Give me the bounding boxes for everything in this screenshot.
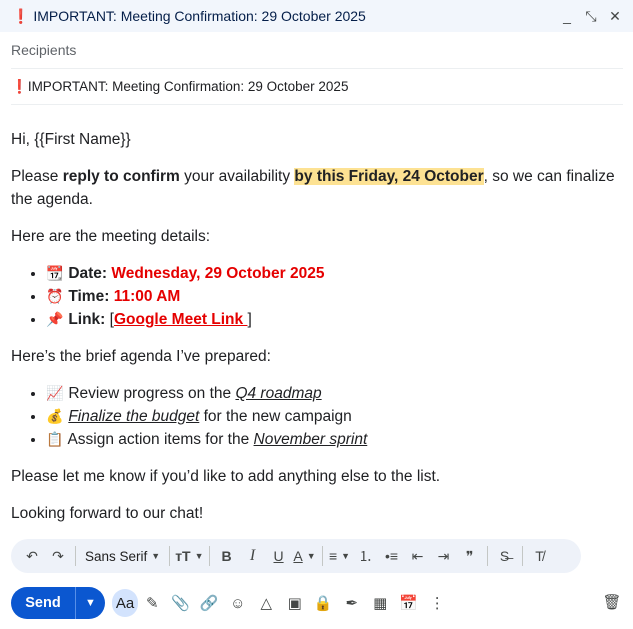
alarm-clock-icon: ⏰ [46, 288, 64, 304]
body-paragraph-confirm: Please reply to confirm your availabilit… [11, 165, 623, 211]
agenda-emphasis: Finalize the budget [68, 408, 200, 425]
text-size-glyph: тT [175, 548, 191, 564]
pen-icon[interactable]: ✒ [338, 589, 367, 617]
more-icon[interactable]: ⋮ [423, 589, 452, 617]
font-select[interactable]: Sans Serif ▼ [81, 543, 164, 569]
divider [521, 546, 523, 566]
exit-fullscreen-icon[interactable]: ⤡ [583, 8, 599, 24]
text-size-icon[interactable]: тT ▼ [175, 543, 203, 569]
send-button-group: Send ▼ [11, 587, 105, 619]
align-icon[interactable]: ≡ ▼ [328, 543, 352, 569]
undo-icon[interactable]: ↶ [20, 543, 44, 569]
time-label: Time: [68, 288, 110, 305]
bulleted-list-icon[interactable]: •≡ [380, 543, 404, 569]
closing-line: Please let me know if you’d like to add … [11, 468, 441, 485]
bracket: ] [247, 311, 252, 328]
indent-less-icon[interactable]: ⇤ [406, 543, 430, 569]
link-icon[interactable]: 🔗 [195, 589, 224, 617]
redo-icon[interactable]: ↷ [46, 543, 70, 569]
text: Please [11, 168, 63, 185]
layout-icon[interactable]: ▦ [366, 589, 395, 617]
greeting: Hi, {{First Name}} [11, 131, 131, 148]
send-button[interactable]: Send [11, 595, 75, 611]
closing-line: Looking forward to our chat! [11, 505, 204, 522]
remove-formatting-icon[interactable]: T̸ [528, 543, 552, 569]
strikethrough-icon[interactable]: S̶ [493, 543, 517, 569]
compose-bottom-toolbar: Aa ✎ 📎 🔗 ☺ △ ▣ 🔒 ✒ ▦ 📅 ⋮ [112, 588, 452, 618]
text: Review progress on the [68, 385, 236, 402]
text: for the new campaign [199, 408, 352, 425]
close-icon[interactable]: ✕ [607, 8, 623, 24]
numbered-list-icon[interactable]: ⒈ [354, 543, 378, 569]
text: your availability [179, 168, 295, 185]
agenda-list: 📈 Review progress on the Q4 roadmap 💰 Fi… [11, 382, 623, 451]
list-item-agenda: 📋 Assign action items for the November s… [46, 428, 623, 451]
pushpin-icon: 📌 [46, 311, 64, 327]
chevron-down-icon: ▼ [151, 551, 161, 561]
formatting-options-button[interactable]: Aa [112, 589, 138, 617]
date-label: Date: [68, 265, 108, 282]
google-meet-link[interactable]: Google Meet Link [114, 311, 247, 328]
divider [75, 587, 76, 619]
list-item-link: 📌 Link: [Google Meet Link ] [46, 308, 623, 331]
agenda-intro: Here’s the brief agenda I’ve prepared: [11, 348, 271, 365]
details-list: 📆 Date: Wednesday, 29 October 2025 ⏰ Tim… [11, 262, 623, 331]
list-item-date: 📆 Date: Wednesday, 29 October 2025 [46, 262, 623, 285]
chevron-down-icon: ▼ [194, 551, 204, 561]
clipboard-icon: 📋 [46, 431, 64, 447]
magic-wand-icon[interactable]: ✎ [138, 589, 167, 617]
compose-title: ❗ IMPORTANT: Meeting Confirmation: 29 Oc… [12, 8, 366, 25]
bold-icon[interactable]: B [215, 543, 239, 569]
quote-icon[interactable]: ❞ [458, 543, 482, 569]
chevron-down-icon: ▼ [341, 551, 351, 561]
align-glyph: ≡ [329, 548, 338, 564]
calendar-icon[interactable]: 📅 [395, 589, 424, 617]
subject-field[interactable]: ❗ IMPORTANT: Meeting Confirmation: 29 Oc… [11, 69, 623, 105]
text-color-icon[interactable]: A ▼ [293, 543, 317, 569]
divider [208, 546, 210, 566]
divider [486, 546, 488, 566]
divider [321, 546, 323, 566]
trash-icon[interactable]: 🗑 [601, 591, 623, 613]
send-options-icon[interactable]: ▼ [76, 597, 105, 609]
money-bag-icon: 💰 [46, 408, 64, 424]
agenda-emphasis: Q4 roadmap [235, 385, 322, 402]
list-item-agenda: 📈 Review progress on the Q4 roadmap [46, 382, 623, 405]
font-name: Sans Serif [85, 548, 148, 564]
date-value: Wednesday, 29 October 2025 [111, 265, 325, 282]
paperclip-icon[interactable]: 📎 [167, 589, 196, 617]
recipients-field[interactable]: Recipients [11, 32, 623, 69]
subject-text: IMPORTANT: Meeting Confirmation: 29 Octo… [27, 79, 349, 94]
text-color-glyph: A [293, 548, 303, 564]
calendar-icon: 📆 [46, 265, 64, 281]
link-label: Link: [68, 311, 106, 328]
compose-title-text: IMPORTANT: Meeting Confirmation: 29 Octo… [33, 7, 366, 24]
list-item-agenda: 💰 Finalize the budget for the new campai… [46, 405, 623, 428]
compose-title-bar[interactable]: ❗ IMPORTANT: Meeting Confirmation: 29 Oc… [0, 0, 633, 32]
formatting-toolbar: ↶ ↷ Sans Serif ▼ тT ▼ B I U A ▼ ≡ ▼ ⒈ •≡ ⇤ ⇥… [11, 539, 581, 573]
agenda-emphasis: November sprint [253, 431, 368, 448]
italic-icon[interactable]: I [241, 543, 265, 569]
underline-icon[interactable]: U [267, 543, 291, 569]
indent-more-icon[interactable]: ⇥ [432, 543, 456, 569]
message-body[interactable]: Hi, {{First Name}} Please reply to confi… [11, 128, 623, 539]
divider [75, 546, 76, 566]
time-value: 11:00 AM [113, 288, 181, 305]
highlighted-deadline: by this Friday, 24 October [294, 168, 484, 185]
bold-text: reply to confirm [62, 168, 180, 185]
list-item-time: ⏰ Time: 11:00 AM [46, 285, 623, 308]
details-intro: Here are the meeting details: [11, 228, 211, 245]
emoji-icon[interactable]: ☺ [224, 589, 253, 617]
divider [169, 546, 171, 566]
exclamation-icon: ❗ [12, 7, 30, 24]
minimize-icon[interactable]: _ [559, 8, 575, 24]
chevron-down-icon: ▼ [306, 551, 316, 561]
lock-clock-icon[interactable]: 🔒 [309, 589, 338, 617]
exclamation-icon: ❗ [11, 78, 28, 94]
drive-icon[interactable]: △ [252, 589, 281, 617]
recipients-placeholder: Recipients [11, 42, 77, 58]
text: Assign action items for the [67, 431, 254, 448]
chart-increasing-icon: 📈 [46, 385, 64, 401]
image-icon[interactable]: ▣ [281, 589, 310, 617]
